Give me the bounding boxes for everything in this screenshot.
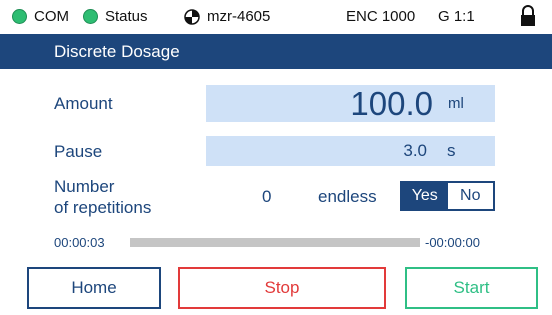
amount-label: Amount bbox=[54, 94, 113, 113]
pause-label: Pause bbox=[54, 142, 103, 161]
amount-value: 100.0 bbox=[350, 85, 433, 122]
endless-yes-option[interactable]: Yes bbox=[402, 183, 448, 209]
device-name: mzr-4605 bbox=[207, 8, 271, 25]
endless-toggle[interactable]: Yes No bbox=[400, 181, 495, 211]
status-indicator: Status bbox=[83, 8, 148, 25]
elapsed-time: 00:00:03 bbox=[54, 235, 105, 250]
amount-unit: ml bbox=[448, 95, 464, 112]
repetitions-label-line1: Number bbox=[54, 177, 115, 196]
com-label: COM bbox=[34, 8, 69, 25]
encoder-label: ENC 1000 bbox=[346, 8, 416, 25]
remaining-time: -00:00:00 bbox=[425, 235, 480, 250]
page-title: Discrete Dosage bbox=[54, 42, 180, 61]
pause-field[interactable]: 3.0 s bbox=[206, 136, 495, 166]
stop-button[interactable]: Stop bbox=[178, 267, 386, 309]
amount-field[interactable]: 100.0 ml bbox=[206, 85, 495, 122]
pause-unit: s bbox=[447, 141, 456, 160]
com-led-icon bbox=[12, 9, 27, 24]
endless-no-option[interactable]: No bbox=[447, 183, 493, 209]
gear-label: G 1:1 bbox=[438, 8, 475, 25]
progress-bar bbox=[130, 238, 420, 247]
device-indicator: mzr-4605 bbox=[184, 8, 270, 25]
repetitions-label-line2: of repetitions bbox=[54, 198, 152, 217]
device-target-icon bbox=[184, 8, 200, 25]
lock-icon[interactable] bbox=[520, 5, 536, 27]
encoder-readout: ENC 1000 bbox=[346, 8, 415, 25]
status-label: Status bbox=[105, 8, 148, 25]
repetitions-value[interactable]: 0 bbox=[262, 187, 271, 207]
endless-label: endless bbox=[318, 187, 377, 206]
status-bar: COM Status mzr-4605 ENC 1000 G 1:1 bbox=[0, 0, 552, 34]
status-led-icon bbox=[83, 9, 98, 24]
home-button[interactable]: Home bbox=[27, 267, 161, 309]
pause-value: 3.0 bbox=[403, 141, 427, 160]
screen-title-bar: Discrete Dosage bbox=[0, 34, 552, 69]
start-button[interactable]: Start bbox=[405, 267, 538, 309]
com-indicator: COM bbox=[12, 8, 69, 25]
gear-readout: G 1:1 bbox=[438, 8, 475, 25]
